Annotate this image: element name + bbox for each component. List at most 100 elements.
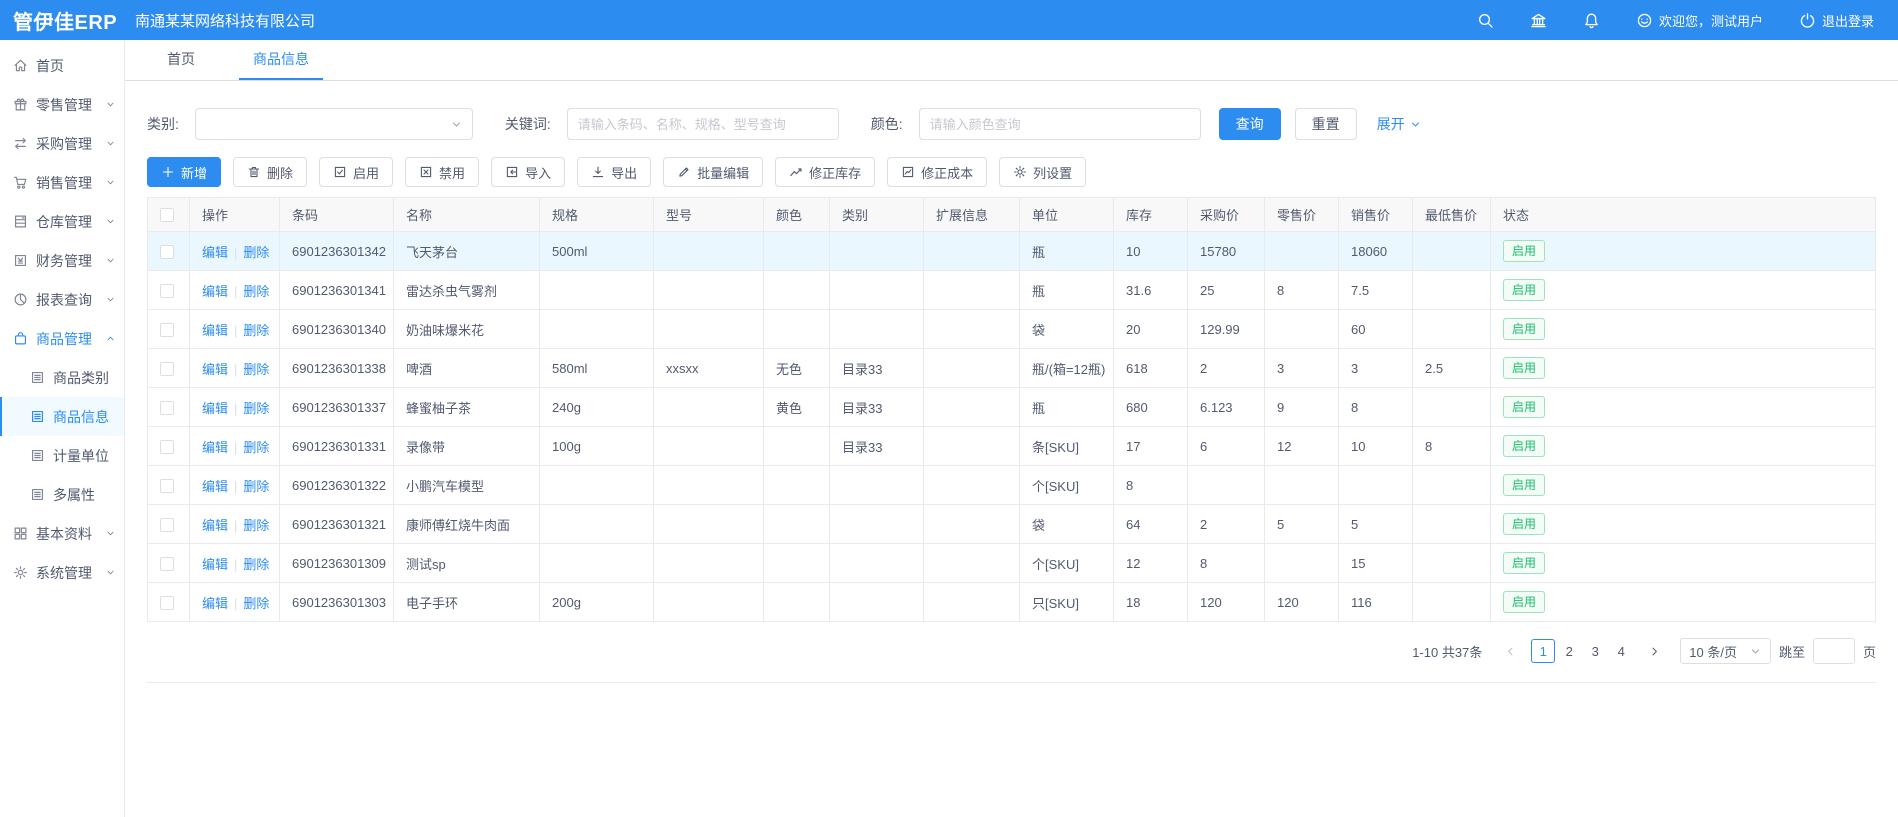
add-button[interactable]: 新增 [147,157,221,187]
cell-ext [924,349,1020,388]
search-icon[interactable] [1477,12,1494,29]
tab-product-info[interactable]: 商品信息 [239,40,323,80]
row-checkbox[interactable] [160,284,174,298]
edit-link[interactable]: 编辑 [202,479,228,494]
row-checkbox[interactable] [160,440,174,454]
logout-button[interactable]: 退出登录 [1799,11,1874,30]
prev-page-button[interactable] [1498,639,1522,663]
sidebar-item-home[interactable]: 首页 [0,46,124,85]
cell-name: 测试sp [394,544,540,583]
link-separator: | [234,479,237,494]
edit-link[interactable]: 编辑 [202,245,228,260]
color-input[interactable] [919,108,1201,140]
expand-link[interactable]: 展开 [1377,114,1422,134]
delete-button[interactable]: 删除 [233,157,307,187]
edit-link[interactable]: 编辑 [202,440,228,455]
export-button[interactable]: 导出 [577,157,651,187]
cell-category: 目录33 [830,427,924,466]
reset-button[interactable]: 重置 [1295,108,1357,140]
row-checkbox[interactable] [160,362,174,376]
cell-ext [924,427,1020,466]
page-button-3[interactable]: 3 [1583,639,1607,663]
tab-home[interactable]: 首页 [153,40,209,80]
cell-retail: 8 [1265,271,1339,310]
sidebar-item-warehouse[interactable]: 仓库管理 [0,202,124,241]
sidebar-item-multi-attribute[interactable]: 多属性 [0,475,124,514]
bell-icon[interactable] [1583,12,1600,29]
export-icon [591,165,605,179]
delete-link[interactable]: 删除 [243,479,269,494]
edit-link[interactable]: 编辑 [202,596,228,611]
toolbar-button-label: 新增 [181,163,207,182]
color-label: 颜色: [871,114,903,134]
page-size-select[interactable]: 10 条/页 [1680,638,1771,664]
delete-link[interactable]: 删除 [243,323,269,338]
chevron-down-icon [105,294,116,305]
delete-link[interactable]: 删除 [243,284,269,299]
search-button[interactable]: 查询 [1219,108,1281,140]
select-all-checkbox[interactable] [160,208,174,222]
delete-link[interactable]: 删除 [243,518,269,533]
sidebar-item-product[interactable]: 商品管理 [0,319,124,358]
cell-min-price: 2.5 [1413,349,1491,388]
cell-unit: 瓶/(箱=12瓶) [1020,349,1114,388]
edit-link[interactable]: 编辑 [202,401,228,416]
row-checkbox[interactable] [160,479,174,493]
welcome-text: 欢迎您，测试用户 [1659,11,1763,30]
cell-sale: 18060 [1339,232,1413,271]
edit-link[interactable]: 编辑 [202,362,228,377]
category-select[interactable] [195,108,473,140]
sidebar-item-report[interactable]: 报表查询 [0,280,124,319]
chevron-down-icon [105,255,116,266]
cell-color: 无色 [764,349,830,388]
row-checkbox[interactable] [160,557,174,571]
sidebar-item-label: 财务管理 [36,251,92,271]
page-button-4[interactable]: 4 [1609,639,1633,663]
jump-input[interactable] [1813,638,1855,664]
row-checkbox[interactable] [160,245,174,259]
gear-icon [13,565,28,580]
row-checkbox[interactable] [160,401,174,415]
welcome-user[interactable]: 欢迎您，测试用户 [1636,11,1763,30]
sidebar-item-product-category[interactable]: 商品类别 [0,358,124,397]
delete-link[interactable]: 删除 [243,245,269,260]
delete-link[interactable]: 删除 [243,440,269,455]
edit-link[interactable]: 编辑 [202,518,228,533]
delete-link[interactable]: 删除 [243,362,269,377]
column-settings-button[interactable]: 列设置 [999,157,1086,187]
sidebar-item-finance[interactable]: 财务管理 [0,241,124,280]
enable-button[interactable]: 启用 [319,157,393,187]
batch-edit-button[interactable]: 批量编辑 [663,157,763,187]
sidebar-item-measure-unit[interactable]: 计量单位 [0,436,124,475]
edit-link[interactable]: 编辑 [202,284,228,299]
sidebar-item-basic-data[interactable]: 基本资料 [0,514,124,553]
cell-purchase: 2 [1188,349,1265,388]
page-button-1[interactable]: 1 [1531,639,1555,663]
row-checkbox[interactable] [160,596,174,610]
sidebar-item-retail[interactable]: 零售管理 [0,85,124,124]
sidebar-item-product-info[interactable]: 商品信息 [0,397,124,436]
product-table: 操作条码名称规格型号颜色类别扩展信息单位库存采购价零售价销售价最低售价状态 编辑… [147,197,1876,622]
keyword-input[interactable] [567,108,839,140]
edit-link[interactable]: 编辑 [202,323,228,338]
bank-icon[interactable] [1530,12,1547,29]
pie-icon [13,292,28,307]
cell-min-price [1413,310,1491,349]
fix-stock-button[interactable]: 修正库存 [775,157,875,187]
disable-button[interactable]: 禁用 [405,157,479,187]
delete-link[interactable]: 删除 [243,401,269,416]
row-checkbox[interactable] [160,323,174,337]
sidebar-item-purchase[interactable]: 采购管理 [0,124,124,163]
page-button-2[interactable]: 2 [1557,639,1581,663]
fix-cost-button[interactable]: 修正成本 [887,157,987,187]
sidebar-item-sales[interactable]: 销售管理 [0,163,124,202]
sidebar-item-system[interactable]: 系统管理 [0,553,124,592]
next-page-button[interactable] [1642,639,1666,663]
cell-spec: 200g [540,583,654,622]
chevron-down-icon [105,216,116,227]
import-button[interactable]: 导入 [491,157,565,187]
delete-link[interactable]: 删除 [243,557,269,572]
row-checkbox[interactable] [160,518,174,532]
delete-link[interactable]: 删除 [243,596,269,611]
edit-link[interactable]: 编辑 [202,557,228,572]
